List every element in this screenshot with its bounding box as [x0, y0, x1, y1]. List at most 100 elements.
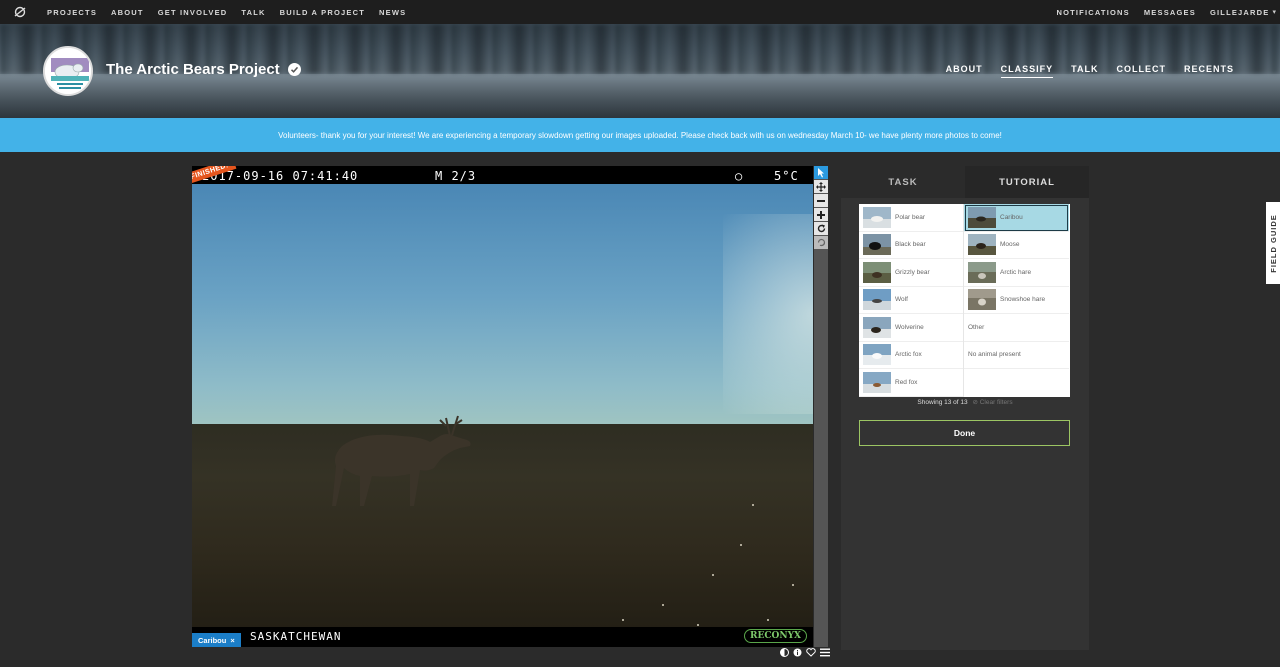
- choice-label: Snowshoe hare: [1000, 296, 1046, 304]
- clear-filters-label: Clear filters: [979, 399, 1013, 406]
- choice-wolf[interactable]: Wolf: [859, 287, 963, 314]
- species-choices: Polar bear Black bear Grizzly bear Wolf …: [859, 204, 1070, 397]
- choice-black-bear[interactable]: Black bear: [859, 232, 963, 259]
- thumbnail: [863, 344, 891, 366]
- choice-label: Wolverine: [895, 323, 924, 331]
- subject-image[interactable]: [192, 184, 813, 635]
- project-avatar[interactable]: [43, 46, 93, 96]
- zoom-out-icon[interactable]: [814, 194, 828, 207]
- thumbnail: [968, 234, 996, 256]
- collection-list-icon[interactable]: [820, 648, 830, 659]
- moon-phase-icon: ○: [735, 169, 743, 183]
- invert-icon[interactable]: [780, 648, 789, 659]
- thumbnail: [863, 261, 891, 283]
- location-label: SASKATCHEWAN: [250, 630, 342, 643]
- project-nav-about[interactable]: ABOUT: [946, 64, 983, 78]
- choice-label: Other: [968, 323, 985, 331]
- choice-label: No animal present: [968, 351, 1021, 359]
- reset-view-icon[interactable]: [814, 236, 828, 249]
- choice-arctic-hare[interactable]: Arctic hare: [964, 259, 1069, 287]
- close-icon[interactable]: ×: [230, 636, 234, 645]
- choice-moose[interactable]: Moose: [964, 232, 1069, 259]
- messages-link[interactable]: MESSAGES: [1137, 8, 1203, 17]
- caribou-silhouette: [332, 415, 471, 506]
- project-nav-talk[interactable]: TALK: [1071, 64, 1098, 78]
- choices-column-left: Polar bear Black bear Grizzly bear Wolf …: [859, 204, 964, 397]
- thumbnail: [863, 371, 891, 393]
- tab-task[interactable]: TASK: [841, 166, 965, 198]
- info-icon[interactable]: [793, 648, 802, 659]
- choice-caribou[interactable]: Caribou: [964, 204, 1069, 232]
- chevron-down-icon[interactable]: ▾: [1272, 8, 1276, 16]
- thumbnail: [968, 206, 996, 228]
- project-title[interactable]: The Arctic Bears Project: [106, 61, 301, 78]
- thumbnail: [968, 289, 996, 311]
- subject-viewer[interactable]: 2017-09-16 07:41:40 M 2/3 ○ 5°C SASKATCH…: [192, 166, 813, 647]
- top-bar: PROJECTS ABOUT GET INVOLVED TALK BUILD A…: [0, 0, 1280, 24]
- choice-label: Caribou: [1000, 213, 1023, 221]
- choice-label: Arctic fox: [895, 351, 922, 359]
- user-menu[interactable]: GILLEJARDE: [1203, 8, 1277, 17]
- camera-brand-logo: RECONYX: [744, 629, 807, 643]
- nav-get-involved[interactable]: GET INVOLVED: [151, 8, 235, 17]
- nav-news[interactable]: NEWS: [372, 8, 413, 17]
- field-guide-tab[interactable]: FIELD GUIDE: [1266, 202, 1280, 284]
- site-nav: PROJECTS ABOUT GET INVOLVED TALK BUILD A…: [40, 8, 413, 17]
- choice-label: Wolf: [895, 296, 908, 304]
- choice-arctic-fox[interactable]: Arctic fox: [859, 342, 963, 369]
- choice-wolverine[interactable]: Wolverine: [859, 314, 963, 342]
- choice-label: Grizzly bear: [895, 268, 930, 276]
- done-button[interactable]: Done: [859, 420, 1070, 446]
- choice-label: Moose: [1000, 241, 1020, 249]
- clear-filters-link[interactable]: ⊘ Clear filters: [972, 399, 1012, 406]
- choice-label: Red fox: [895, 378, 918, 386]
- choice-label: Black bear: [895, 241, 926, 249]
- rotate-icon[interactable]: [814, 222, 828, 235]
- thumbnail: [863, 206, 891, 228]
- nav-build-a-project[interactable]: BUILD A PROJECT: [273, 8, 372, 17]
- announcement-banner: Volunteers- thank you for your interest!…: [0, 118, 1280, 152]
- choice-label: Polar bear: [895, 213, 925, 221]
- choice-grizzly-bear[interactable]: Grizzly bear: [859, 259, 963, 287]
- project-nav: ABOUT CLASSIFY TALK COLLECT RECENTS: [946, 64, 1234, 78]
- announcement-text: Volunteers- thank you for your interest!…: [278, 130, 1002, 140]
- task-tabs: TASK TUTORIAL: [841, 166, 1089, 198]
- nav-talk[interactable]: TALK: [234, 8, 272, 17]
- choice-no-animal-present[interactable]: No animal present: [964, 342, 1069, 369]
- camera-info-top: 2017-09-16 07:41:40 M 2/3 ○ 5°C: [192, 166, 813, 184]
- account-nav: NOTIFICATIONS MESSAGES GILLEJARDE ▾: [1049, 0, 1276, 24]
- choice-polar-bear[interactable]: Polar bear: [859, 204, 963, 232]
- project-nav-collect[interactable]: COLLECT: [1116, 64, 1166, 78]
- task-panel: TASK TUTORIAL Polar bear Black bear Griz…: [841, 166, 1089, 650]
- project-title-text: The Arctic Bears Project: [106, 61, 280, 78]
- annotation-tag[interactable]: Caribou ×: [192, 633, 241, 647]
- project-nav-classify[interactable]: CLASSIFY: [1000, 64, 1054, 78]
- annotation-tag-label: Caribou: [198, 635, 227, 645]
- camera-info-bottom: SASKATCHEWAN RECONYX: [192, 627, 813, 647]
- move-tool-icon[interactable]: [814, 180, 828, 193]
- choice-other[interactable]: Other: [964, 314, 1069, 342]
- zooniverse-logo-icon[interactable]: [0, 0, 40, 24]
- camera-mode: M 2/3: [435, 169, 477, 183]
- favorite-heart-icon[interactable]: [806, 648, 816, 659]
- zoom-in-icon[interactable]: [814, 208, 828, 221]
- choice-snowshoe-hare[interactable]: Snowshoe hare: [964, 287, 1069, 314]
- sun-glow: [723, 214, 813, 414]
- field-guide-label: FIELD GUIDE: [1268, 213, 1278, 273]
- pointer-tool-icon[interactable]: [814, 166, 828, 179]
- nav-about[interactable]: ABOUT: [104, 8, 151, 17]
- filter-status: Showing 13 of 13 ⊘ Clear filters: [841, 398, 1089, 406]
- tab-tutorial[interactable]: TUTORIAL: [965, 166, 1089, 198]
- choice-red-fox[interactable]: Red fox: [859, 369, 963, 397]
- choice-label: Arctic hare: [1000, 268, 1032, 276]
- thumbnail: [863, 316, 891, 338]
- verified-check-icon: [287, 63, 301, 76]
- project-header: The Arctic Bears Project ABOUT CLASSIFY …: [0, 24, 1280, 118]
- showing-count: Showing 13 of 13: [917, 399, 968, 406]
- nav-projects[interactable]: PROJECTS: [40, 8, 104, 17]
- temperature: 5°C: [774, 169, 799, 183]
- viewer-toolbar: [814, 166, 828, 647]
- notifications-link[interactable]: NOTIFICATIONS: [1049, 8, 1136, 17]
- thumbnail: [863, 289, 891, 311]
- project-nav-recents[interactable]: RECENTS: [1184, 64, 1234, 78]
